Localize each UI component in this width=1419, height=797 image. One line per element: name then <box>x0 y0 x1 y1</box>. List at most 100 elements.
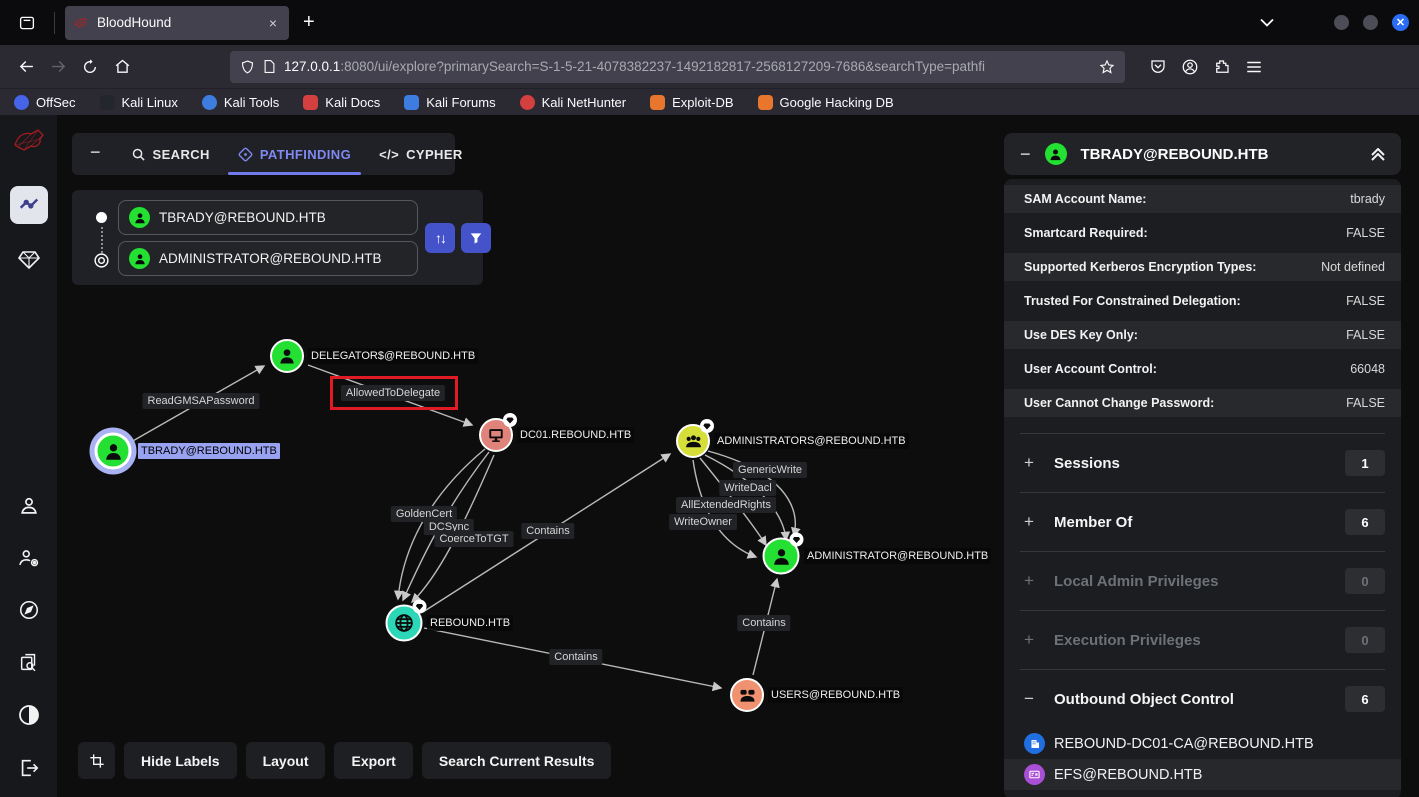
window-minimize-button[interactable] <box>1334 15 1349 30</box>
edge-filter-button[interactable] <box>461 223 491 253</box>
shield-icon[interactable] <box>240 59 255 75</box>
expand-icon[interactable]: + <box>1024 453 1038 473</box>
browser-tab[interactable]: BloodHound × <box>65 6 289 40</box>
tab-separator <box>54 12 55 34</box>
node-users-group[interactable] <box>730 678 764 712</box>
bookmark-kali-forums[interactable]: Kali Forums <box>404 95 495 110</box>
layout-button[interactable]: Layout <box>246 742 326 779</box>
count-badge: 0 <box>1345 627 1385 653</box>
window-controls: ✕ <box>1260 0 1409 45</box>
section-member-of[interactable]: + Member Of 6 <box>1004 493 1401 551</box>
node-label: DC01.REBOUND.HTB <box>517 427 634 443</box>
section-sessions[interactable]: + Sessions 1 <box>1004 434 1401 492</box>
edge-label-highlighted[interactable]: AllowedToDelegate <box>341 385 445 401</box>
bookmark-kali-linux[interactable]: Kali Linux <box>100 95 178 110</box>
panel-minimize-button[interactable]: − <box>1020 144 1031 165</box>
page-info-icon[interactable] <box>263 59 276 74</box>
dark-mode-toggle-icon[interactable] <box>17 703 41 727</box>
home-icon[interactable] <box>106 52 138 82</box>
reload-icon[interactable] <box>74 52 106 82</box>
tab-cypher[interactable]: </> CYPHER <box>365 133 477 175</box>
node-label: ADMINISTRATORS@REBOUND.HTB <box>714 433 909 449</box>
node-dc01[interactable] <box>479 418 513 452</box>
administration-icon[interactable] <box>17 547 41 569</box>
export-button[interactable]: Export <box>334 742 412 779</box>
edge-label[interactable]: Contains <box>549 649 602 665</box>
node-delegator[interactable] <box>270 339 304 373</box>
outbound-item-ca[interactable]: REBOUND-DC01-CA@REBOUND.HTB <box>1004 728 1401 759</box>
enterprise-ca-icon <box>1024 733 1045 754</box>
edge-label[interactable]: WriteOwner <box>669 514 737 530</box>
firefox-view-icon[interactable] <box>12 8 42 38</box>
node-rebound-domain[interactable] <box>386 605 423 642</box>
new-tab-icon[interactable]: + <box>303 11 315 34</box>
extensions-icon[interactable] <box>1213 58 1231 76</box>
logout-icon[interactable] <box>18 757 40 779</box>
section-outbound-object-control[interactable]: − Outbound Object Control 6 <box>1004 670 1401 728</box>
target-node-icon <box>93 252 110 269</box>
sidebar-item-explore[interactable] <box>10 186 48 224</box>
edge-label[interactable]: GenericWrite <box>733 462 807 478</box>
pathfinding-start-input[interactable]: TBRADY@REBOUND.HTB <box>118 200 418 235</box>
collapse-icon[interactable]: − <box>1024 689 1038 709</box>
node-administrator[interactable] <box>763 538 800 575</box>
swap-direction-button[interactable]: ↑↓ <box>425 223 455 253</box>
account-icon[interactable] <box>1181 58 1199 76</box>
panel-minimize-button[interactable]: − <box>72 142 117 167</box>
bookmark-exploit-db[interactable]: Exploit-DB <box>650 95 733 110</box>
bloodhound-favicon <box>73 15 89 31</box>
browser-toolbar: 127.0.0.1:8080/ui/explore?primarySearch=… <box>0 45 1419 88</box>
list-tabs-chevron-icon[interactable] <box>1260 14 1274 32</box>
search-current-results-button[interactable]: Search Current Results <box>422 742 612 779</box>
object-panel-body[interactable]: SAM Account Name:tbrady Smartcard Requir… <box>1004 179 1401 797</box>
node-label-selected: TBRADY@REBOUND.HTB <box>138 443 280 459</box>
bookmark-kali-tools[interactable]: Kali Tools <box>202 95 279 110</box>
pathfinding-target-input[interactable]: ADMINISTRATOR@REBOUND.HTB <box>118 241 418 276</box>
node-label: ADMINISTRATOR@REBOUND.HTB <box>804 548 991 564</box>
edge-label[interactable]: WriteDacl <box>719 480 776 496</box>
expand-icon[interactable]: + <box>1024 512 1038 532</box>
node-tbrady[interactable] <box>95 433 132 470</box>
query-library-icon[interactable] <box>18 651 40 673</box>
node-administrators-group[interactable] <box>676 424 710 458</box>
edge-label[interactable]: Contains <box>737 615 790 631</box>
bookmark-kali-docs[interactable]: Kali Docs <box>303 95 380 110</box>
bookmark-offsec[interactable]: OffSec <box>14 95 76 110</box>
profile-icon[interactable] <box>18 495 40 517</box>
collapse-panel-icon[interactable] <box>1371 148 1385 161</box>
graph-line-icon <box>18 194 40 216</box>
outbound-item-cert-template[interactable]: EFS@REBOUND.HTB <box>1004 759 1401 790</box>
close-tab-icon[interactable]: × <box>265 13 281 33</box>
start-node-icon <box>96 212 107 223</box>
bookmark-google-hacking-db[interactable]: Google Hacking DB <box>758 95 894 110</box>
google-hacking-db-icon <box>758 95 773 110</box>
edge-label[interactable]: AllExtendedRights <box>676 497 776 513</box>
node-label: REBOUND.HTB <box>427 615 513 631</box>
kali-forums-icon <box>404 95 419 110</box>
back-icon[interactable] <box>10 52 42 82</box>
edge-label[interactable]: Contains <box>521 523 574 539</box>
window-maximize-button[interactable] <box>1363 15 1378 30</box>
window-close-button[interactable]: ✕ <box>1392 14 1409 31</box>
crop-icon <box>89 753 105 769</box>
tab-search[interactable]: SEARCH <box>117 133 224 175</box>
bookmark-kali-nethunter[interactable]: Kali NetHunter <box>520 95 627 110</box>
gem-icon <box>17 250 41 270</box>
graph-canvas[interactable]: ReadGMSAPassword AllowedToDelegate Golde… <box>57 115 1419 797</box>
url-bar[interactable]: 127.0.0.1:8080/ui/explore?primarySearch=… <box>230 51 1125 83</box>
bloodhound-logo <box>13 127 45 158</box>
property-row: Smartcard Required:FALSE <box>1004 219 1401 247</box>
count-badge: 6 <box>1345 509 1385 535</box>
menu-icon[interactable] <box>1245 59 1263 75</box>
sidebar-item-group-management[interactable] <box>17 250 41 270</box>
fit-view-button[interactable] <box>78 742 115 779</box>
forward-icon[interactable] <box>42 52 74 82</box>
edge-label[interactable]: CoerceToTGT <box>434 531 513 547</box>
hide-labels-button[interactable]: Hide Labels <box>124 742 237 779</box>
bookmark-star-icon[interactable] <box>1099 59 1115 75</box>
toolbar-right-icons <box>1149 58 1263 76</box>
api-explorer-icon[interactable] <box>18 599 40 621</box>
edge-label[interactable]: ReadGMSAPassword <box>143 393 260 409</box>
pocket-icon[interactable] <box>1149 58 1167 76</box>
tab-pathfinding[interactable]: PATHFINDING <box>224 133 365 175</box>
